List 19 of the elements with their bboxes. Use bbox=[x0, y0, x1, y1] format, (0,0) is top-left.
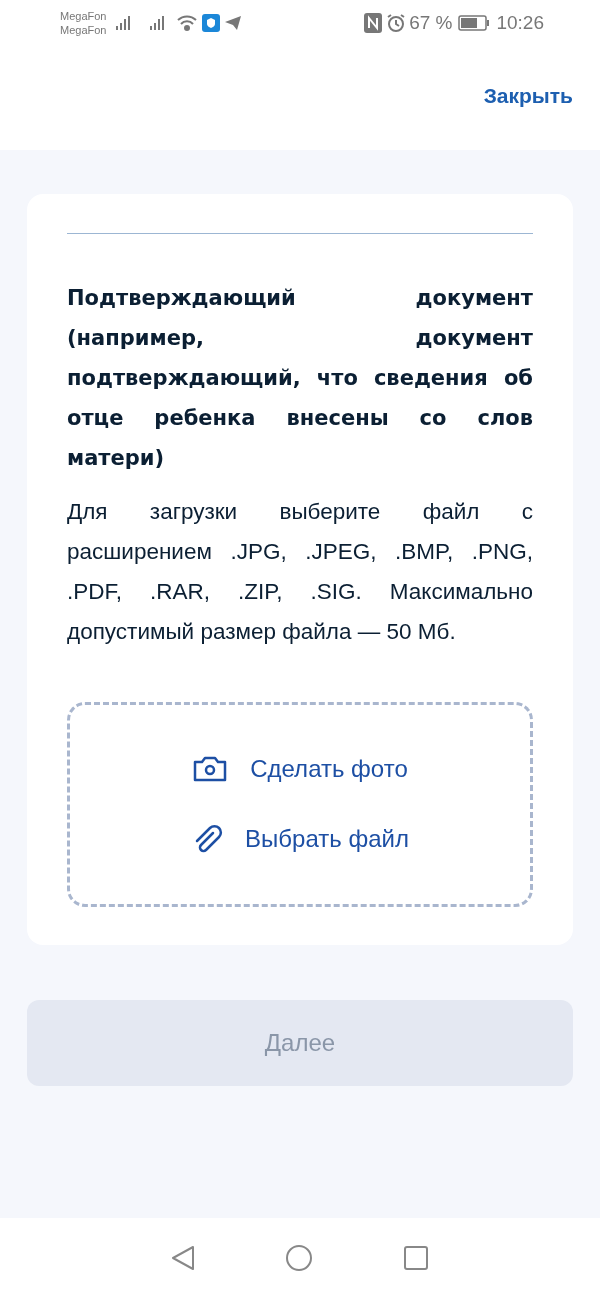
send-icon bbox=[224, 15, 243, 31]
wifi-icon bbox=[176, 15, 199, 31]
choose-file-button[interactable]: Выбрать файл bbox=[191, 822, 409, 855]
shield-icon bbox=[202, 14, 221, 32]
carrier-name: MegaFon bbox=[60, 23, 107, 37]
back-icon[interactable] bbox=[171, 1245, 195, 1271]
document-title: Подтверждающий документ (например, документ подтверждающий, что сведения об отце ребенка внесены со слов матери) bbox=[67, 285, 533, 472]
alarm-icon bbox=[386, 13, 407, 33]
close-link[interactable]: Закрыть bbox=[483, 84, 573, 108]
battery-icon bbox=[458, 15, 491, 31]
home-icon[interactable] bbox=[285, 1244, 313, 1272]
upload-instructions: Для загрузки выберите файл с расширением .JPG, .JPEG, .BMP, .PNG, .PDF, .RAR, .ZIP, .SIG. Максимально допустимый размер файла — 50 Мб. bbox=[67, 498, 533, 646]
nfc-icon bbox=[364, 13, 383, 33]
recents-icon[interactable] bbox=[403, 1245, 429, 1271]
clock-time: 10:26 bbox=[496, 12, 544, 34]
carrier-name: MegaFon bbox=[60, 9, 107, 23]
take-photo-button[interactable]: Сделать фото bbox=[192, 754, 408, 783]
camera-icon bbox=[192, 754, 229, 783]
battery-percent: 67 % bbox=[409, 12, 453, 34]
